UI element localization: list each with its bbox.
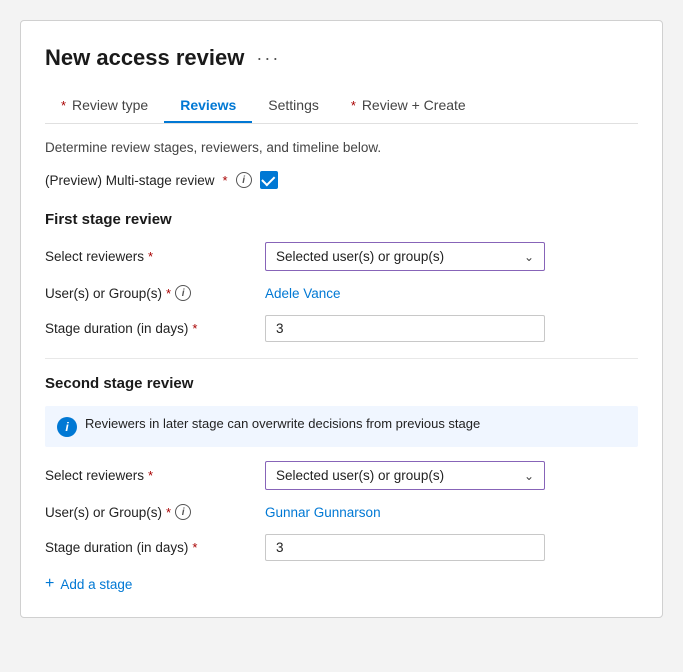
second-stage-users-groups-row: User(s) or Group(s) * i Gunnar Gunnarson [45,504,638,520]
tab-navigation: * Review type Reviews Settings * Review … [45,89,638,124]
required-star-review-create: * [351,98,356,113]
first-stage-select-reviewers-label: Select reviewers * [45,249,265,264]
page-description: Determine review stages, reviewers, and … [45,140,638,155]
second-stage-reviewers-required: * [148,468,153,483]
first-stage-select-reviewers-row: Select reviewers * Selected user(s) or g… [45,242,638,271]
access-review-card: New access review ··· * Review type Revi… [20,20,663,618]
second-stage-reviewers-arrow-icon: ⌄ [524,469,534,483]
first-stage-heading: First stage review [45,211,638,228]
first-stage-user-link[interactable]: Adele Vance [265,286,341,301]
second-stage-reviewers-value: Selected user(s) or group(s) [276,468,444,483]
first-stage-duration-input[interactable] [265,315,545,342]
second-stage-duration-required: * [192,540,197,555]
second-stage-info-banner: i Reviewers in later stage can overwrite… [45,406,638,447]
multi-stage-row: (Preview) Multi-stage review * i [45,171,638,189]
multi-stage-info-icon[interactable]: i [236,172,252,188]
tab-review-create[interactable]: * Review + Create [335,89,482,123]
second-stage-ug-info-icon[interactable]: i [175,504,191,520]
add-stage-label: Add a stage [60,577,132,592]
first-stage-reviewers-required: * [148,249,153,264]
multi-stage-required-star: * [223,173,228,188]
second-stage-user-link[interactable]: Gunnar Gunnarson [265,505,381,520]
second-stage-duration-row: Stage duration (in days) * [45,534,638,561]
first-stage-ug-info-icon[interactable]: i [175,285,191,301]
page-title: New access review [45,45,244,71]
tab-review-type[interactable]: * Review type [45,89,164,123]
first-stage-users-groups-row: User(s) or Group(s) * i Adele Vance [45,285,638,301]
second-stage-section: Second stage review i Reviewers in later… [45,375,638,561]
second-stage-users-groups-label: User(s) or Group(s) * i [45,504,265,520]
second-stage-duration-label: Stage duration (in days) * [45,540,265,555]
second-stage-select-reviewers-label: Select reviewers * [45,468,265,483]
second-stage-select-reviewers-row: Select reviewers * Selected user(s) or g… [45,461,638,490]
second-stage-heading: Second stage review [45,375,638,392]
card-header: New access review ··· [45,45,638,71]
first-stage-users-groups-label: User(s) or Group(s) * i [45,285,265,301]
second-stage-reviewers-dropdown[interactable]: Selected user(s) or group(s) ⌄ [265,461,545,490]
first-stage-duration-label: Stage duration (in days) * [45,321,265,336]
add-stage-icon: + [45,575,54,593]
first-stage-section: First stage review Select reviewers * Se… [45,211,638,342]
first-stage-reviewers-dropdown[interactable]: Selected user(s) or group(s) ⌄ [265,242,545,271]
first-stage-reviewers-value: Selected user(s) or group(s) [276,249,444,264]
first-stage-ug-required: * [166,286,171,301]
multi-stage-checkbox[interactable] [260,171,278,189]
tab-reviews[interactable]: Reviews [164,89,252,123]
first-stage-reviewers-arrow-icon: ⌄ [524,250,534,264]
section-divider [45,358,638,359]
second-stage-ug-required: * [166,505,171,520]
more-options-icon[interactable]: ··· [256,48,280,69]
add-stage-row[interactable]: + Add a stage [45,575,638,593]
required-star-review-type: * [61,98,66,113]
tab-settings[interactable]: Settings [252,89,335,123]
info-banner-icon: i [57,417,77,437]
info-banner-text: Reviewers in later stage can overwrite d… [85,416,480,431]
first-stage-duration-required: * [192,321,197,336]
multi-stage-label: (Preview) Multi-stage review [45,173,215,188]
first-stage-duration-row: Stage duration (in days) * [45,315,638,342]
second-stage-duration-input[interactable] [265,534,545,561]
